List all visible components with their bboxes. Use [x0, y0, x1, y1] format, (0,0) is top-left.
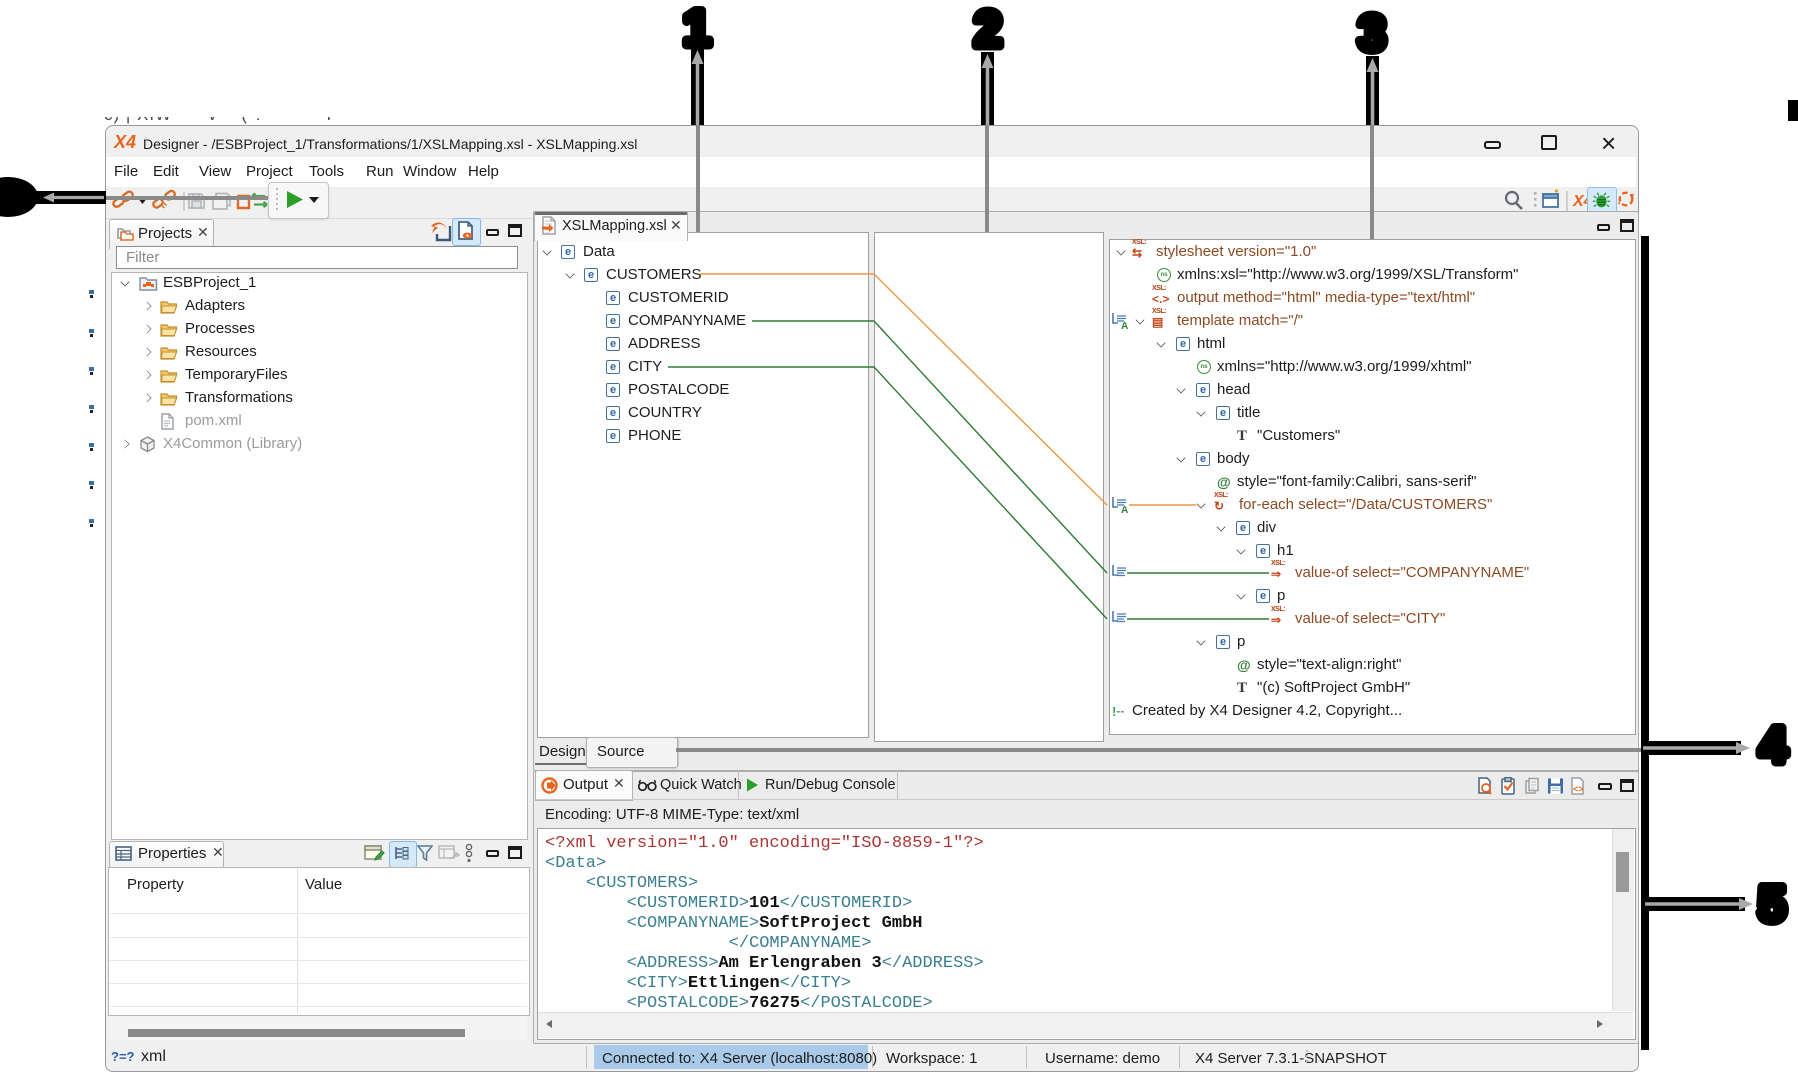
svg-text:2: 2 — [974, 1, 1002, 57]
svg-text:4: 4 — [1759, 717, 1787, 773]
svg-text:A: A — [1121, 505, 1128, 514]
svg-text:1: 1 — [683, 0, 711, 56]
svg-text:5: 5 — [1758, 876, 1786, 932]
svg-text:<>: <> — [1573, 785, 1584, 795]
svg-text:A: A — [1121, 321, 1128, 330]
svg-text:3: 3 — [1358, 5, 1386, 61]
